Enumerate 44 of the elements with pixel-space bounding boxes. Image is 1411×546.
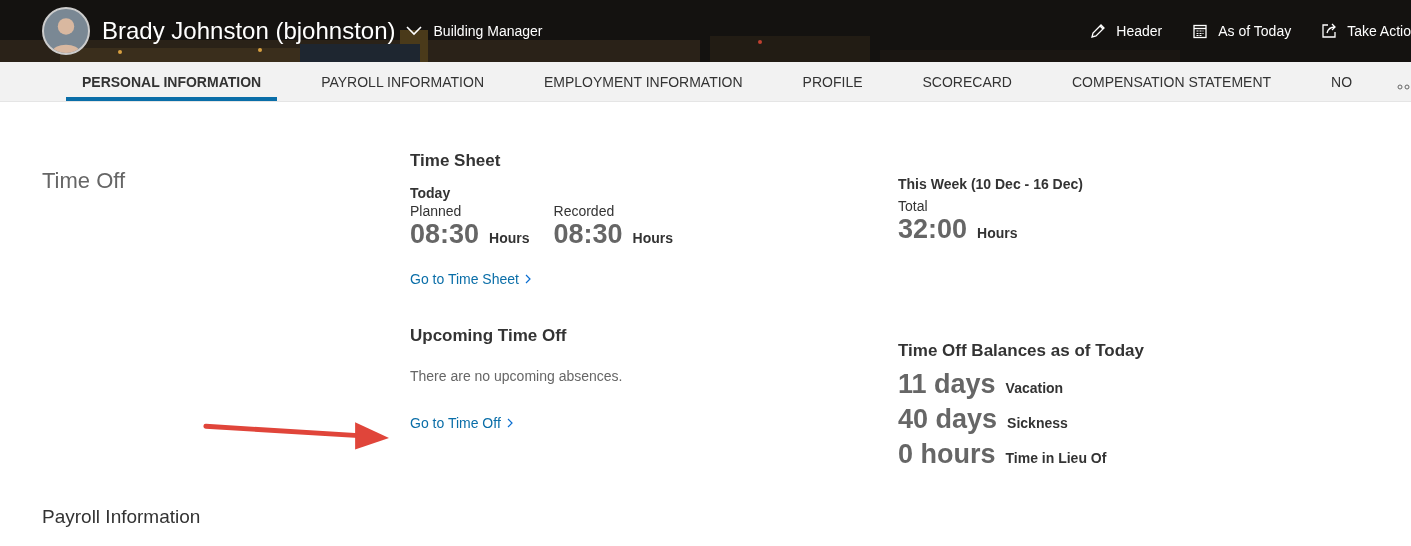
- tab[interactable]: SCORECARD: [906, 62, 1028, 101]
- balance-type: Time in Lieu Of: [1005, 450, 1107, 466]
- period-label: Today: [410, 185, 452, 201]
- tab[interactable]: PERSONAL INFORMATION: [66, 62, 278, 101]
- job-title: Building Manager: [433, 23, 543, 39]
- card-title: Time Sheet: [410, 151, 502, 171]
- tab[interactable]: PAYROLL INFORMATION: [305, 62, 500, 101]
- balance-value: 40 days: [898, 404, 998, 435]
- unit-label: Hours: [977, 225, 1018, 241]
- time-off-link[interactable]: Go to Time Off: [410, 415, 513, 431]
- empty-message: There are no upcoming absences.: [410, 368, 624, 384]
- calendar-icon: [1192, 23, 1209, 39]
- chevron-right-icon: [524, 274, 531, 284]
- balance-value: 11 days: [898, 369, 996, 400]
- balance-value: 0 hours: [898, 439, 996, 470]
- total-label: Total: [898, 198, 929, 214]
- unit-label: Hours: [489, 230, 530, 246]
- balance-type: Sickness: [1007, 415, 1068, 431]
- entry-label: Recorded: [553, 203, 616, 219]
- card-title: Upcoming Time Off: [410, 326, 568, 346]
- chevron-down-icon[interactable]: [405, 26, 422, 36]
- tab[interactable]: EMPLOYMENT INFORMATION: [528, 62, 759, 101]
- share-icon: [1321, 23, 1338, 39]
- hours-value: 08:30: [553, 219, 623, 250]
- employee-name: Brady Johnston (bjohnston): [102, 17, 396, 45]
- tab[interactable]: COMPENSATION STATEMENT: [1056, 62, 1288, 101]
- unit-label: Hours: [632, 230, 674, 246]
- balance-type: Vacation: [1005, 380, 1064, 396]
- card-title: Time Off Balances as of Today: [898, 341, 1145, 361]
- chevron-right-icon: [506, 418, 513, 428]
- overflow-icon[interactable]: [1397, 84, 1411, 90]
- hours-value: 08:30: [410, 219, 480, 250]
- section-title: Payroll Information: [41, 506, 202, 528]
- time-sheet-link[interactable]: Go to Time Sheet: [410, 271, 531, 287]
- header-action[interactable]: Take Actio: [1321, 23, 1411, 39]
- header-action[interactable]: Header: [1090, 23, 1163, 39]
- hours-value: 32:00: [898, 214, 968, 245]
- section-title: Time Off: [41, 167, 127, 194]
- entry-label: Planned: [410, 203, 463, 219]
- week-title: This Week (10 Dec - 16 Dec): [898, 176, 1084, 192]
- tab[interactable]: PROFILE: [786, 62, 879, 101]
- tab[interactable]: NO: [1315, 62, 1369, 101]
- header-action[interactable]: As of Today: [1192, 23, 1292, 39]
- pencil-icon: [1090, 23, 1107, 39]
